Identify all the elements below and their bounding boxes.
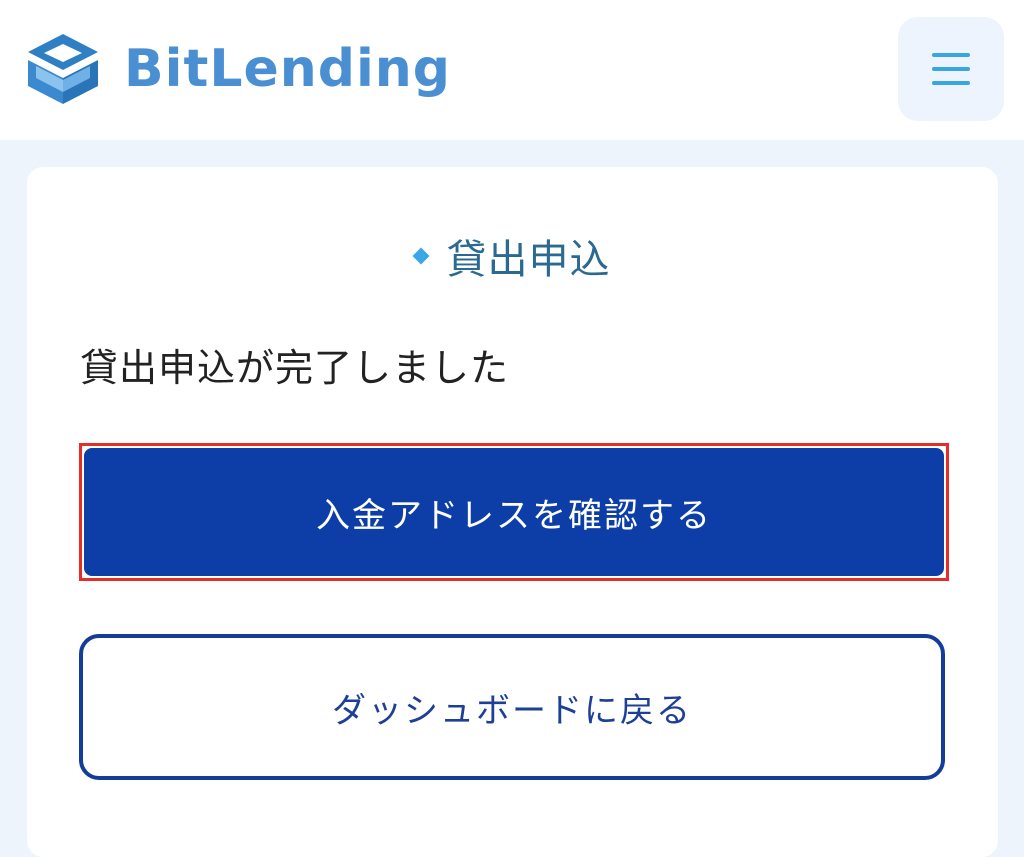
back-to-dashboard-label: ダッシュボードに戻る <box>332 690 692 731</box>
hamburger-menu-icon <box>932 53 970 85</box>
bitlending-logo[interactable]: BitLending <box>24 30 451 108</box>
section-title: 貸出申込 <box>27 227 998 285</box>
confirm-deposit-address-button[interactable]: 入金アドレスを確認する <box>84 448 944 576</box>
completion-message: 貸出申込が完了しました <box>80 346 510 390</box>
menu-button[interactable] <box>898 17 1004 121</box>
section-title-text: 貸出申込 <box>446 237 611 283</box>
confirm-deposit-address-label: 入金アドレスを確認する <box>316 495 712 536</box>
application-complete-card: 貸出申込 貸出申込が完了しました 入金アドレスを確認する ダッシュボードに戻る <box>27 167 998 857</box>
diamond-bullet-icon <box>412 247 429 265</box>
bitlending-logo-mark-icon <box>28 34 98 104</box>
logo-text: BitLending <box>124 39 452 99</box>
app-header: BitLending <box>0 0 1024 140</box>
back-to-dashboard-button[interactable]: ダッシュボードに戻る <box>79 634 945 780</box>
